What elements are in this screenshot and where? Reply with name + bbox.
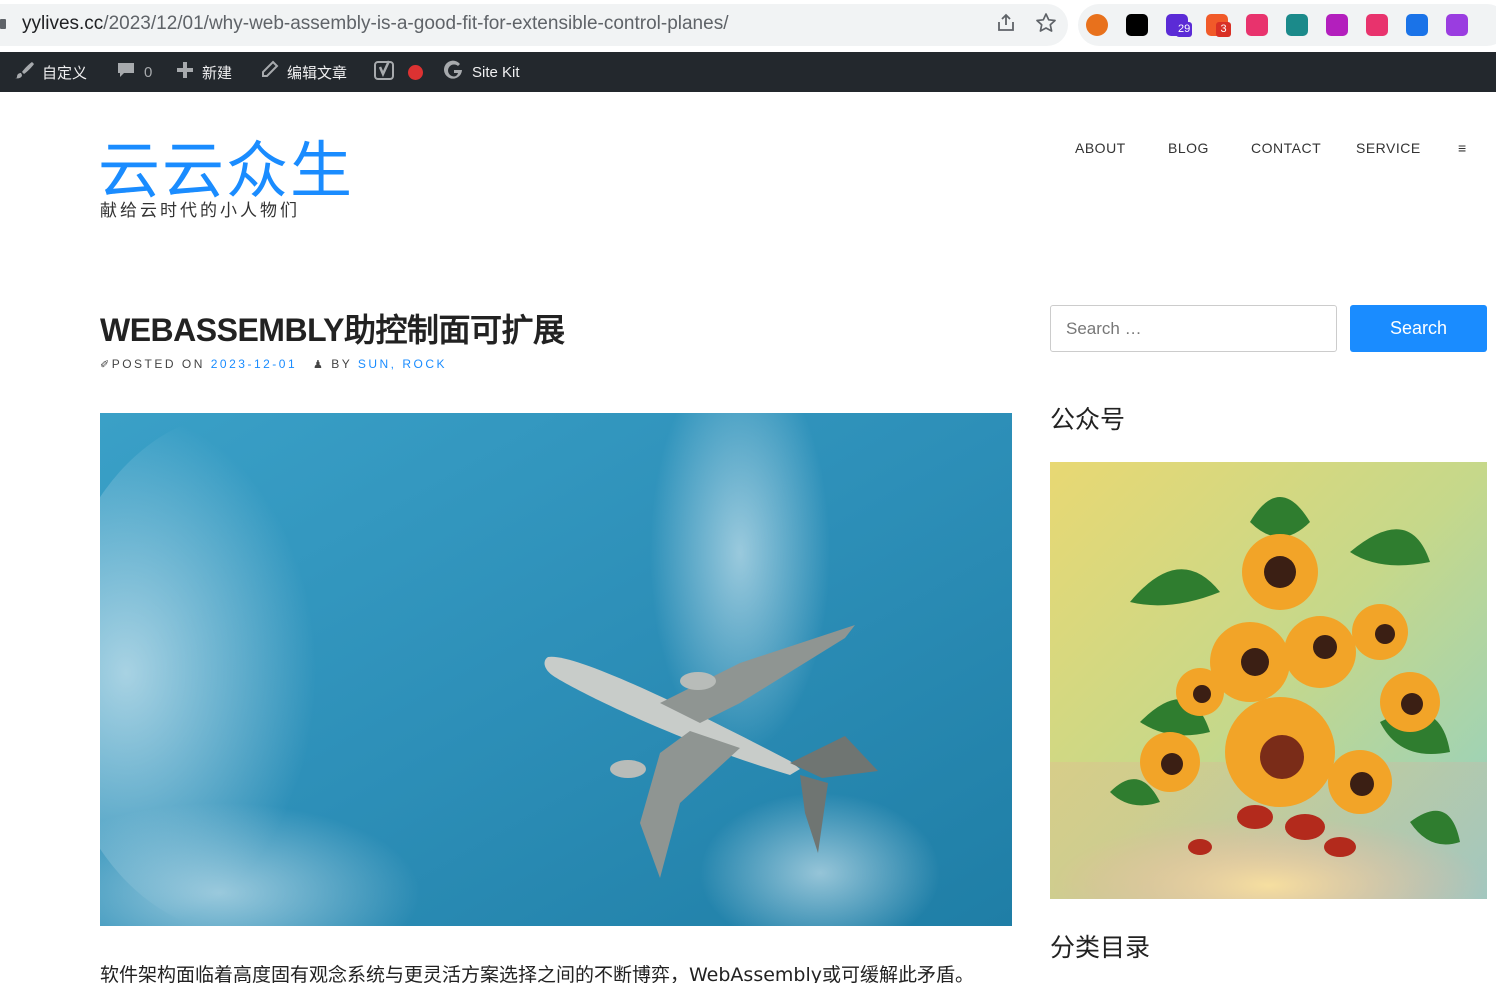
extension-crown-icon[interactable] <box>1366 14 1388 36</box>
share-icon[interactable] <box>994 12 1018 36</box>
nav-item-blog[interactable]: BLOG <box>1168 140 1209 156</box>
star-icon[interactable] <box>1034 12 1058 36</box>
post-featured-image[interactable] <box>100 413 1012 926</box>
extension-badge: 3 <box>1216 22 1231 37</box>
edit-post-label: 编辑文章 <box>287 64 348 82</box>
post-meta: ✐POSTED ON 2023-12-01 ♟ BY SUN, ROCK <box>100 357 447 371</box>
customize-label: 自定义 <box>42 64 88 82</box>
browser-toolbar: yylives.cc/2023/12/01/why-web-assembly-i… <box>0 0 1496 52</box>
widget-title-categories: 分类目录 <box>1050 933 1151 962</box>
post-title: WEBASSEMBLY助控制面可扩展 <box>100 312 565 348</box>
customize-button[interactable]: 自定义 <box>14 52 87 92</box>
extension-grid-icon[interactable] <box>1286 14 1308 36</box>
lock-icon[interactable] <box>0 19 6 29</box>
edit-post-button[interactable]: 编辑文章 <box>259 52 347 92</box>
nav-item-about[interactable]: ABOUT <box>1075 140 1126 156</box>
post-date-link[interactable]: 2023-12-01 <box>211 357 297 371</box>
by-label: BY <box>331 357 352 371</box>
post-author-link[interactable]: SUN, ROCK <box>358 357 447 371</box>
post-excerpt: 软件架构面临着高度固有观念系统与更灵活方案选择之间的不断博弈，WebAssemb… <box>100 964 975 983</box>
site-kit-button[interactable]: Site Kit <box>444 52 520 92</box>
url-path: /2023/12/01/why-web-assembly-is-a-good-f… <box>103 13 729 34</box>
posted-on-icon: ✐ <box>100 359 112 371</box>
author-icon: ♟ <box>312 359 326 371</box>
paintbrush-icon <box>14 60 34 85</box>
search-input[interactable] <box>1050 305 1337 352</box>
address-text[interactable]: yylives.cc/2023/12/01/why-web-assembly-i… <box>22 13 728 35</box>
extension-orange-circle-icon[interactable] <box>1086 14 1108 36</box>
site-description: 献给云时代的小人物们 <box>100 201 300 221</box>
widget-title-wechat: 公众号 <box>1050 405 1126 434</box>
yoast-seo-button[interactable] <box>374 52 423 92</box>
extension-ublock-icon[interactable] <box>1326 14 1348 36</box>
posted-on-label: POSTED ON <box>111 357 205 371</box>
extension-notion-icon[interactable] <box>1126 14 1148 36</box>
nav-item-service[interactable]: SERVICE <box>1356 140 1421 156</box>
comments-count: 0 <box>144 63 153 81</box>
extension-translate-icon[interactable] <box>1246 14 1268 36</box>
search-button[interactable]: Search <box>1350 305 1487 352</box>
new-content-button[interactable]: 新建 <box>176 52 232 92</box>
nav-item-contact[interactable]: CONTACT <box>1251 140 1321 156</box>
comment-icon <box>116 60 136 85</box>
google-g-icon <box>444 60 464 85</box>
extension-blue-bookmark-icon[interactable] <box>1406 14 1428 36</box>
site-kit-label: Site Kit <box>472 63 520 81</box>
comments-button[interactable]: 0 <box>116 52 152 92</box>
new-label: 新建 <box>202 64 233 82</box>
wechat-qr-image <box>1050 462 1487 899</box>
pencil-icon <box>259 60 279 85</box>
url-host: yylives.cc <box>22 13 104 34</box>
menu-toggle-icon[interactable]: ≡ <box>1458 140 1467 156</box>
plus-icon <box>176 61 194 84</box>
extension-openai-icon[interactable] <box>1446 14 1468 36</box>
extension-badge: 29 <box>1176 22 1193 37</box>
yoast-icon <box>374 59 396 86</box>
seo-status-dot <box>408 64 423 80</box>
wp-admin-bar: 自定义 0 新建 编辑文章 Site Kit <box>0 52 1496 92</box>
